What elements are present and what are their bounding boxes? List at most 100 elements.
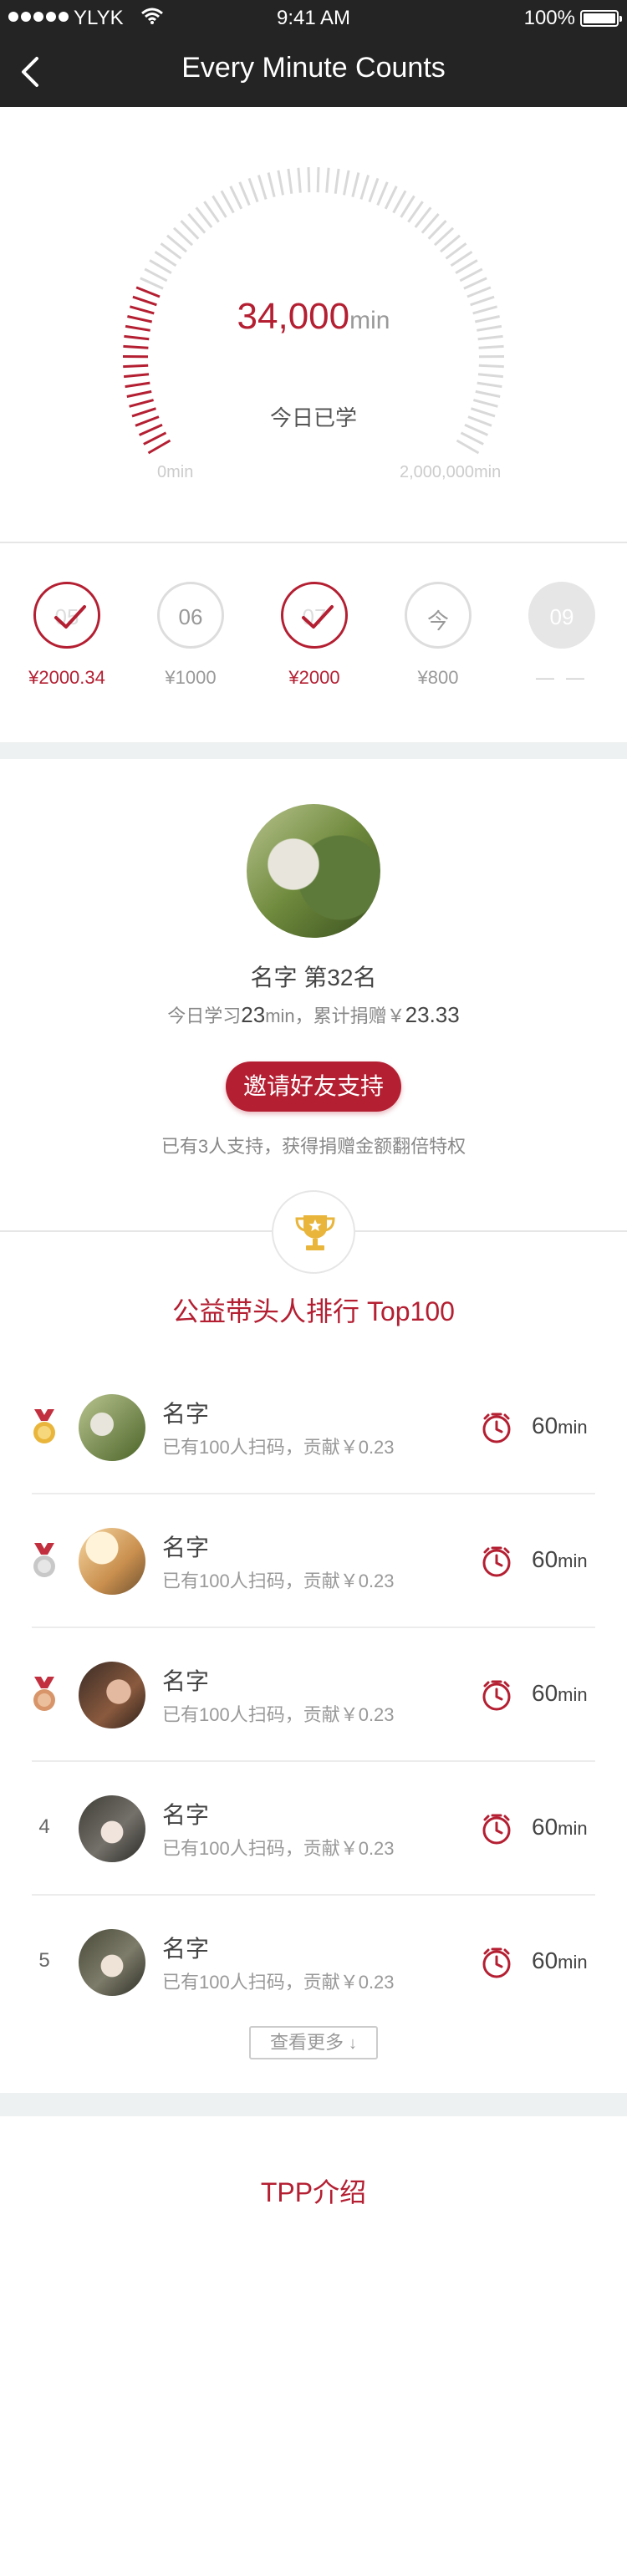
stopwatch-icon	[482, 1680, 511, 1711]
view-more-label: 查看更多	[269, 2032, 344, 2053]
gauge-tick	[478, 364, 504, 369]
rank-number: 5	[38, 1949, 50, 1972]
silver-medal-icon	[33, 1543, 55, 1577]
avatar[interactable]	[247, 804, 380, 938]
stopwatch-icon	[482, 1947, 511, 1978]
gauge-tick	[477, 381, 502, 389]
gauge-tick	[343, 170, 350, 196]
gauge-tick	[267, 172, 276, 197]
gauge-tick-active	[123, 344, 149, 349]
gauge-value: 34,000min	[0, 296, 627, 338]
day-item[interactable]: 07 ¥2000	[264, 582, 364, 689]
gauge-tick	[316, 167, 320, 193]
user-stats: 今日学习23min，累计捐赠￥23.33	[0, 1001, 627, 1028]
profile-card: 名字 第32名 今日学习23min，累计捐赠￥23.33 邀请好友支持 已有3人…	[0, 759, 627, 1160]
daily-checkin-row: 05 ¥2000.34 06 ¥1000 07 ¥2000 今 ¥800 09 …	[0, 543, 627, 742]
view-more-button[interactable]: 查看更多 ↓	[249, 2026, 378, 2059]
ranking-name: 名字	[162, 1401, 210, 1427]
gauge-number: 34,000	[237, 296, 350, 337]
stats-minutes: 23	[241, 1002, 266, 1027]
gauge-tick	[325, 167, 330, 193]
stats-prefix: 今日学习	[167, 1005, 242, 1026]
ranking-row[interactable]: 4 名字 已有100人扫码，贡献￥0.23 60min	[0, 1762, 627, 1896]
gauge-tick	[477, 373, 504, 379]
avatar[interactable]	[79, 1662, 145, 1728]
gauge-label: 今日已学	[269, 405, 357, 430]
ranking-name: 名字	[162, 1936, 210, 1962]
gauge-min-label: 0min	[157, 463, 194, 481]
user-name-rank: 名字 第32名	[250, 965, 377, 990]
ranking-desc: 已有100人扫码，贡献￥0.23	[162, 1571, 395, 1591]
gold-medal-icon	[33, 1409, 55, 1443]
ranking-minutes: 60min	[532, 1413, 588, 1439]
ranking-name: 名字	[162, 1802, 210, 1828]
ranking-name: 名字	[162, 1535, 210, 1560]
section-separator	[0, 2093, 627, 2116]
invite-friends-button[interactable]: 邀请好友支持	[226, 1061, 401, 1112]
stats-middle: min，累计捐赠￥	[265, 1005, 405, 1026]
ranking-minutes: 60min	[532, 1680, 588, 1707]
gauge-tick-active	[123, 364, 149, 369]
tpp-intro-title: TPP介绍	[260, 2177, 367, 2207]
ranking-row[interactable]: 名字 已有100人扫码，贡献￥0.23 60min	[0, 1628, 627, 1762]
gauge-tick-active	[147, 439, 171, 455]
gauge-tick	[229, 186, 243, 210]
ranking-row[interactable]: 名字 已有100人扫码，贡献￥0.23 60min	[0, 1494, 627, 1628]
avatar[interactable]	[79, 1929, 145, 1996]
top-bar: YLYK 9:41 AM 100% Every Minute Counts	[0, 0, 627, 107]
day-number: 09	[549, 604, 574, 629]
gauge-tick	[140, 277, 164, 290]
minutes-unit: min	[558, 1818, 588, 1839]
ranking-minutes: 60min	[532, 1546, 588, 1573]
gauge-tick	[144, 267, 168, 283]
gauge-tick	[456, 439, 480, 455]
minutes-value: 60	[532, 1947, 558, 1973]
ranking-minutes: 60min	[532, 1814, 588, 1840]
minutes-value: 60	[532, 1814, 558, 1840]
battery-icon	[580, 10, 622, 27]
ranking-desc: 已有100人扫码，贡献￥0.23	[162, 1972, 395, 1993]
day-number: 今	[426, 608, 449, 634]
gauge-tick	[368, 177, 380, 203]
day-amount: ¥2000.34	[28, 667, 105, 688]
gauge-tick	[334, 168, 340, 194]
avatar[interactable]	[79, 1795, 145, 1862]
gauge-tick	[475, 389, 501, 398]
avatar[interactable]	[79, 1528, 145, 1595]
day-number: 06	[178, 604, 203, 629]
gauge-tick	[149, 259, 172, 274]
ranking-row[interactable]: 5 名字 已有100人扫码，贡献￥0.23 60min	[0, 1896, 627, 2029]
avatar[interactable]	[79, 1394, 145, 1461]
rank-number: 4	[38, 1815, 50, 1838]
day-item: 09 — —	[512, 582, 612, 689]
minutes-value: 60	[532, 1546, 558, 1572]
minutes-unit: min	[558, 1952, 588, 1973]
day-item[interactable]: 05 ¥2000.34	[17, 582, 117, 689]
gauge-tick	[455, 259, 478, 274]
nav-bar: Every Minute Counts	[0, 37, 627, 107]
page-title: Every Minute Counts	[181, 52, 446, 84]
day-item[interactable]: 06 ¥1000	[140, 582, 241, 689]
stopwatch-icon	[482, 1546, 511, 1577]
study-gauge: 34,000min 今日已学 0min 2,000,000min	[0, 107, 627, 542]
gauge-tick	[238, 181, 251, 206]
trophy-badge	[272, 1190, 355, 1274]
gauge-tick	[257, 175, 268, 200]
gauge-max-label: 2,000,000min	[400, 463, 502, 481]
gauge-tick	[212, 195, 227, 218]
minutes-unit: min	[558, 1417, 588, 1438]
gauge-tick	[297, 167, 302, 193]
status-bar: YLYK 9:41 AM 100%	[0, 0, 627, 37]
gauge-tick	[351, 172, 360, 197]
ranking-desc: 已有100人扫码，贡献￥0.23	[162, 1838, 395, 1859]
bronze-medal-icon	[33, 1677, 55, 1711]
day-amount: ¥1000	[165, 667, 217, 688]
day-item[interactable]: 今 ¥800	[388, 582, 488, 689]
battery-percent: 100%	[523, 7, 575, 29]
ranking-row[interactable]: 名字 已有100人扫码，贡献￥0.23 60min	[0, 1361, 627, 1494]
gauge-tick	[460, 431, 484, 445]
gauge-tick	[478, 344, 504, 349]
gauge-tick	[277, 170, 284, 196]
ranking-minutes: 60min	[532, 1947, 588, 1974]
section-separator	[0, 742, 627, 759]
